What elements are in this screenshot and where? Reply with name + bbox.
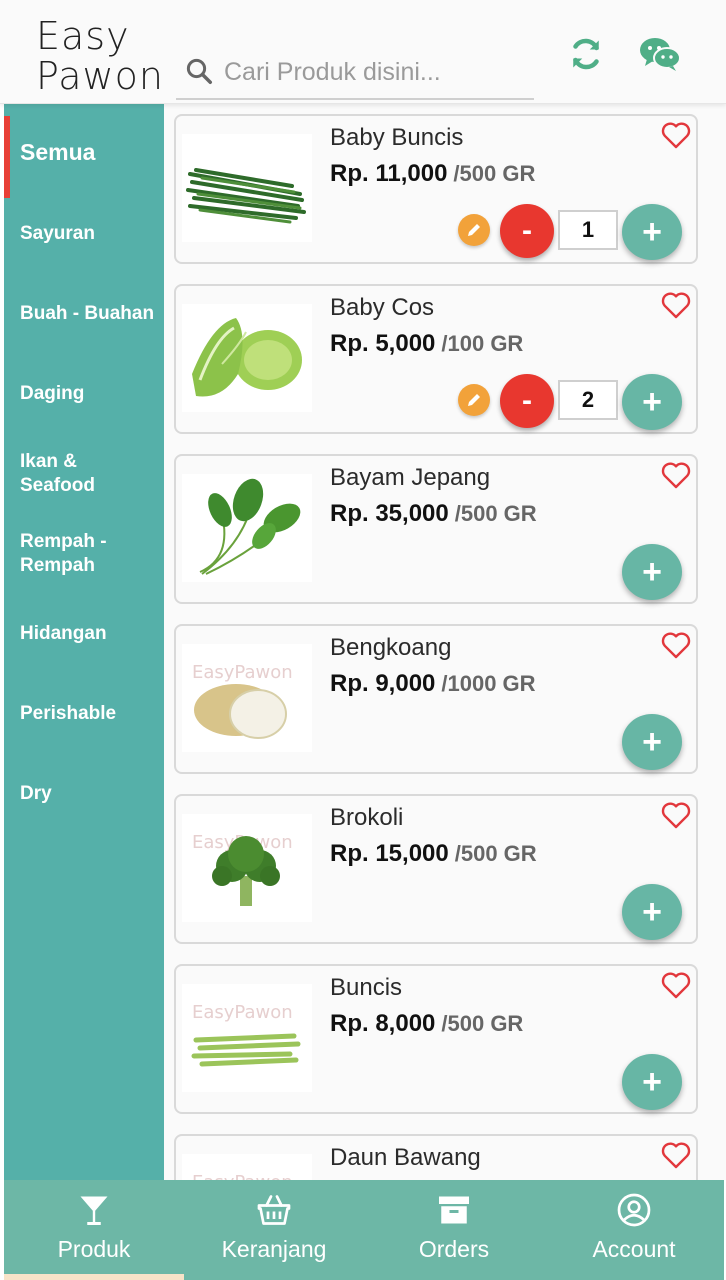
- category-dry[interactable]: Dry: [4, 782, 164, 806]
- product-image: EasyPawon: [182, 984, 312, 1092]
- edit-note-button[interactable]: [458, 384, 490, 416]
- product-name: Buncis: [330, 974, 403, 1001]
- category-buah[interactable]: Buah - Buahan: [4, 302, 164, 326]
- nav-keranjang[interactable]: Keranjang: [184, 1180, 364, 1280]
- app-header: Easy Pawon: [0, 0, 726, 104]
- add-button[interactable]: +: [622, 204, 682, 260]
- product-card[interactable]: Bayam Jepang Rp. 35,000/500 GR +: [174, 454, 698, 604]
- decrease-qty-button[interactable]: -: [500, 204, 554, 258]
- app-logo[interactable]: Easy Pawon: [36, 14, 166, 98]
- price-unit: /500 GR: [454, 841, 537, 866]
- logo-line1: Easy: [36, 14, 130, 58]
- search-icon: [186, 58, 212, 84]
- heart-icon[interactable]: [660, 1140, 692, 1170]
- price-value: Rp. 15,000: [330, 840, 449, 867]
- nav-active-indicator: [4, 1274, 184, 1280]
- product-list[interactable]: Baby Buncis Rp. 11,000/500 GR - 1 + Baby…: [164, 104, 726, 1180]
- price-unit: /500 GR: [441, 1011, 524, 1036]
- product-price: Rp. 11,000/500 GR: [330, 160, 535, 188]
- add-button[interactable]: +: [622, 544, 682, 600]
- price-value: Rp. 35,000: [330, 500, 449, 527]
- product-image: [182, 474, 312, 582]
- price-value: Rp. 8,000: [330, 1010, 436, 1037]
- heart-icon[interactable]: [660, 800, 692, 830]
- heart-icon[interactable]: [660, 630, 692, 660]
- add-button[interactable]: +: [622, 1054, 682, 1110]
- product-price: Rp. 5,000/100 GR: [330, 330, 523, 358]
- product-image: [182, 134, 312, 242]
- price-unit: /100 GR: [441, 331, 524, 356]
- category-sidebar: Semua Sayuran Buah - Buahan Daging Ikan …: [4, 104, 164, 1180]
- product-image: [182, 304, 312, 412]
- product-name: Bengkoang: [330, 634, 452, 661]
- quantity-field[interactable]: 2: [558, 380, 618, 420]
- category-ikan-seafood[interactable]: Ikan & Seafood: [4, 450, 124, 498]
- category-daging[interactable]: Daging: [4, 382, 164, 406]
- nav-orders[interactable]: Orders: [364, 1180, 544, 1280]
- nav-produk[interactable]: Produk: [4, 1180, 184, 1280]
- decrease-qty-button[interactable]: -: [500, 374, 554, 428]
- archive-icon: [439, 1196, 469, 1224]
- add-button[interactable]: +: [622, 714, 682, 770]
- logo-line2: Pawon: [36, 54, 164, 98]
- pencil-icon: [468, 394, 480, 406]
- bottom-navigation: Produk Keranjang Orders Account: [4, 1180, 724, 1280]
- product-card[interactable]: EasyPawon Daun Bawang: [174, 1134, 698, 1180]
- category-sayuran[interactable]: Sayuran: [4, 222, 164, 246]
- edit-note-button[interactable]: [458, 214, 490, 246]
- product-name: Daun Bawang: [330, 1144, 481, 1171]
- basket-icon: [257, 1195, 291, 1225]
- price-value: Rp. 5,000: [330, 330, 436, 357]
- product-price: Rp. 35,000/500 GR: [330, 500, 537, 528]
- product-name: Bayam Jepang: [330, 464, 491, 491]
- wechat-icon[interactable]: [638, 34, 682, 74]
- category-hidangan[interactable]: Hidangan: [4, 622, 164, 646]
- add-button[interactable]: +: [622, 374, 682, 430]
- product-name: Baby Cos: [330, 294, 435, 321]
- product-name: Brokoli: [330, 804, 404, 831]
- category-rempah[interactable]: Rempah - Rempah: [4, 530, 124, 578]
- product-card[interactable]: EasyPawon Buncis Rp. 8,000/500 GR +: [174, 964, 698, 1114]
- nav-label: Orders: [418, 1236, 490, 1262]
- category-perishable[interactable]: Perishable: [4, 702, 164, 726]
- search-input[interactable]: [224, 52, 524, 92]
- product-image: EasyPawon: [182, 1154, 312, 1180]
- product-image: EasyPawon: [182, 814, 312, 922]
- price-unit: /500 GR: [453, 161, 536, 186]
- user-circle-icon: [617, 1193, 651, 1227]
- price-value: Rp. 11,000: [330, 160, 448, 187]
- watermark: EasyPawon: [192, 1172, 293, 1180]
- nav-label: Keranjang: [221, 1236, 327, 1262]
- search-bar[interactable]: [176, 44, 534, 100]
- nav-label: Produk: [57, 1236, 131, 1262]
- nav-label: Account: [592, 1236, 676, 1262]
- product-price: Rp. 9,000/1000 GR: [330, 670, 536, 698]
- refresh-icon[interactable]: [564, 34, 608, 74]
- product-price: Rp. 8,000/500 GR: [330, 1010, 523, 1038]
- product-name: Baby Buncis: [330, 124, 464, 151]
- price-unit: /500 GR: [454, 501, 537, 526]
- category-semua[interactable]: Semua: [4, 140, 164, 164]
- quantity-field[interactable]: 1: [558, 210, 618, 250]
- product-price: Rp. 15,000/500 GR: [330, 840, 537, 868]
- price-value: Rp. 9,000: [330, 670, 436, 697]
- heart-icon[interactable]: [660, 290, 692, 320]
- pencil-icon: [468, 224, 480, 236]
- heart-icon[interactable]: [660, 120, 692, 150]
- heart-icon[interactable]: [660, 970, 692, 1000]
- product-image: EasyPawon: [182, 644, 312, 752]
- product-card[interactable]: Baby Buncis Rp. 11,000/500 GR - 1 +: [174, 114, 698, 264]
- heart-icon[interactable]: [660, 460, 692, 490]
- cocktail-icon: [80, 1196, 108, 1225]
- product-card[interactable]: Baby Cos Rp. 5,000/100 GR - 2 +: [174, 284, 698, 434]
- price-unit: /1000 GR: [441, 671, 536, 696]
- nav-account[interactable]: Account: [544, 1180, 724, 1280]
- product-card[interactable]: EasyPawon Brokoli Rp. 15,000/500 GR +: [174, 794, 698, 944]
- add-button[interactable]: +: [622, 884, 682, 940]
- product-card[interactable]: EasyPawon Bengkoang Rp. 9,000/1000 GR +: [174, 624, 698, 774]
